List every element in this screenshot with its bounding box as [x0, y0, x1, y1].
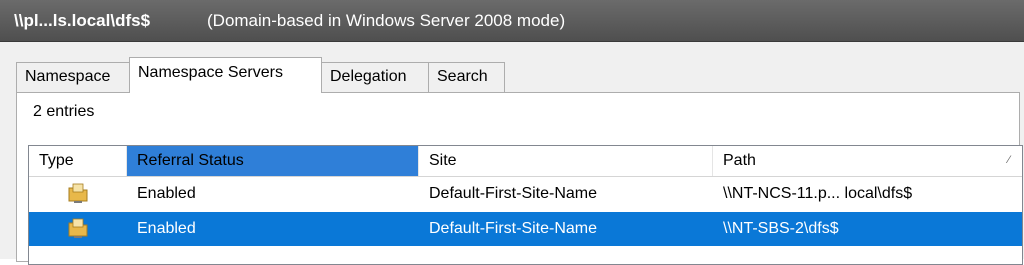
column-header-path[interactable]: Path ⁄: [713, 146, 1022, 176]
tab-namespace-servers[interactable]: Namespace Servers: [129, 57, 322, 93]
entries-count: 2 entries: [33, 103, 95, 120]
column-header-referral-status[interactable]: Referral Status: [127, 146, 419, 176]
table-row[interactable]: Enabled Default-First-Site-Name \\NT-NCS…: [29, 177, 1022, 211]
namespace-mode-label: (Domain-based in Windows Server 2008 mod…: [207, 11, 566, 30]
namespace-title-bar: \\pl...ls.local\dfs$ (Domain-based in Wi…: [0, 0, 1024, 42]
folder-server-icon: [68, 183, 88, 203]
path-cell: \\NT-SBS-2\dfs$: [723, 220, 839, 237]
namespace-servers-page: 2 entries Type Referral Status Site Path…: [16, 92, 1023, 265]
column-resize-icon: ⁄: [1008, 154, 1010, 166]
namespace-path-title: \\pl...ls.local\dfs$: [14, 11, 151, 30]
referral-status-cell: Enabled: [137, 185, 196, 202]
site-cell: Default-First-Site-Name: [429, 185, 598, 202]
folder-server-icon: [68, 218, 88, 238]
column-header-type[interactable]: Type: [29, 146, 127, 176]
referral-status-cell: Enabled: [137, 220, 196, 237]
table-row[interactable]: Enabled Default-First-Site-Name \\NT-SBS…: [29, 212, 1022, 246]
namespace-servers-list[interactable]: Type Referral Status Site Path ⁄ Enabled…: [28, 145, 1023, 265]
tab-search[interactable]: Search: [428, 62, 505, 92]
namespace-details-panel: Namespace Namespace Servers Delegation S…: [0, 42, 1024, 265]
path-cell: \\NT-NCS-11.p... local\dfs$: [723, 185, 913, 202]
site-cell: Default-First-Site-Name: [429, 220, 598, 237]
tab-delegation[interactable]: Delegation: [321, 62, 429, 92]
list-header: Type Referral Status Site Path ⁄: [29, 146, 1022, 177]
tab-namespace[interactable]: Namespace: [16, 62, 130, 92]
column-header-site[interactable]: Site: [419, 146, 713, 176]
